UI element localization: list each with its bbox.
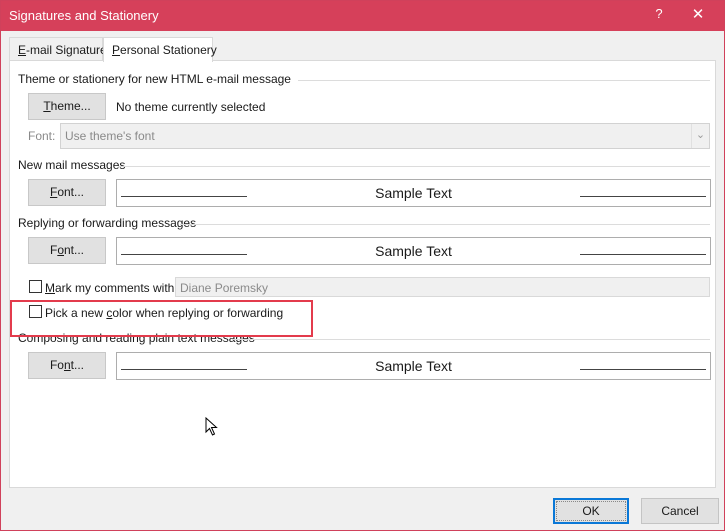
reply-font-button[interactable]: Font... bbox=[28, 237, 106, 264]
plain-text-font-button[interactable]: Font... bbox=[28, 352, 106, 379]
plain-text-sample-box: Sample Text bbox=[116, 352, 711, 380]
mark-comments-label-text: ark my comments with: bbox=[55, 281, 178, 295]
mark-comments-name-field[interactable]: Diane Poremsky bbox=[175, 277, 710, 297]
help-icon[interactable]: ? bbox=[652, 6, 666, 21]
sample-line-right bbox=[580, 369, 706, 370]
mark-comments-accel: M bbox=[45, 281, 55, 295]
mark-comments-checkbox[interactable] bbox=[29, 280, 42, 293]
new-mail-sample-box: Sample Text bbox=[116, 179, 711, 207]
cancel-button[interactable]: Cancel bbox=[641, 498, 719, 524]
title-bar[interactable]: Signatures and Stationery ? ✕ bbox=[1, 1, 724, 31]
tab-personal-stationery-accel: P bbox=[112, 43, 121, 57]
sample-line-right bbox=[580, 254, 706, 255]
plain-text-font-button-rest: t... bbox=[70, 358, 85, 372]
close-icon[interactable]: ✕ bbox=[689, 5, 707, 23]
highlight-box bbox=[10, 300, 313, 337]
tab-personal-stationery-label: ersonal Stationery bbox=[120, 43, 217, 57]
plain-text-sample-text: Sample Text bbox=[375, 358, 452, 374]
tab-email-signature-label: -mail Signature bbox=[26, 43, 107, 57]
personal-stationery-panel: Theme or stationery for new HTML e-mail … bbox=[9, 60, 716, 488]
mouse-pointer-icon bbox=[205, 417, 218, 436]
new-mail-font-button[interactable]: Font... bbox=[28, 179, 106, 206]
theme-button-accel: T bbox=[43, 99, 51, 113]
chevron-down-icon[interactable]: ⌄ bbox=[691, 124, 709, 148]
plain-text-font-button-accel: n bbox=[63, 358, 71, 372]
new-mail-section-divider bbox=[118, 166, 710, 167]
reply-section-label: Replying or forwarding messages bbox=[18, 216, 197, 230]
reply-font-button-accel: o bbox=[57, 243, 64, 257]
dialog-title: Signatures and Stationery bbox=[9, 8, 159, 23]
theme-status-text: No theme currently selected bbox=[116, 100, 266, 114]
new-mail-section-label: New mail messages bbox=[18, 158, 126, 172]
dialog-window: Signatures and Stationery ? ✕ E-mail Sig… bbox=[0, 0, 725, 531]
reply-section-divider bbox=[180, 224, 710, 225]
new-mail-font-button-rest: ont... bbox=[57, 185, 85, 199]
font-label: Font: bbox=[28, 129, 56, 143]
plain-text-font-button-pre: Fo bbox=[49, 358, 64, 372]
reply-sample-text: Sample Text bbox=[375, 243, 452, 259]
theme-button[interactable]: Theme... bbox=[28, 93, 106, 120]
theme-section-divider bbox=[298, 80, 710, 81]
ok-button[interactable]: OK bbox=[553, 498, 629, 524]
theme-font-dropdown[interactable]: Use theme's font ⌄ bbox=[60, 123, 710, 149]
tab-email-signature[interactable]: E-mail Signature bbox=[9, 37, 107, 61]
plain-text-section-divider bbox=[232, 339, 710, 340]
reply-sample-box: Sample Text bbox=[116, 237, 711, 265]
sample-line-right bbox=[580, 196, 706, 197]
theme-section-label: Theme or stationery for new HTML e-mail … bbox=[18, 72, 291, 86]
new-mail-sample-text: Sample Text bbox=[375, 185, 452, 201]
tab-personal-stationery[interactable]: Personal Stationery bbox=[103, 37, 217, 62]
tab-email-signature-accel: E bbox=[18, 43, 27, 57]
theme-font-value: Use theme's font bbox=[65, 129, 155, 143]
reply-font-button-rest: nt... bbox=[64, 243, 85, 257]
theme-button-label: heme... bbox=[50, 99, 91, 113]
mark-comments-label[interactable]: Mark my comments with: bbox=[45, 281, 178, 295]
